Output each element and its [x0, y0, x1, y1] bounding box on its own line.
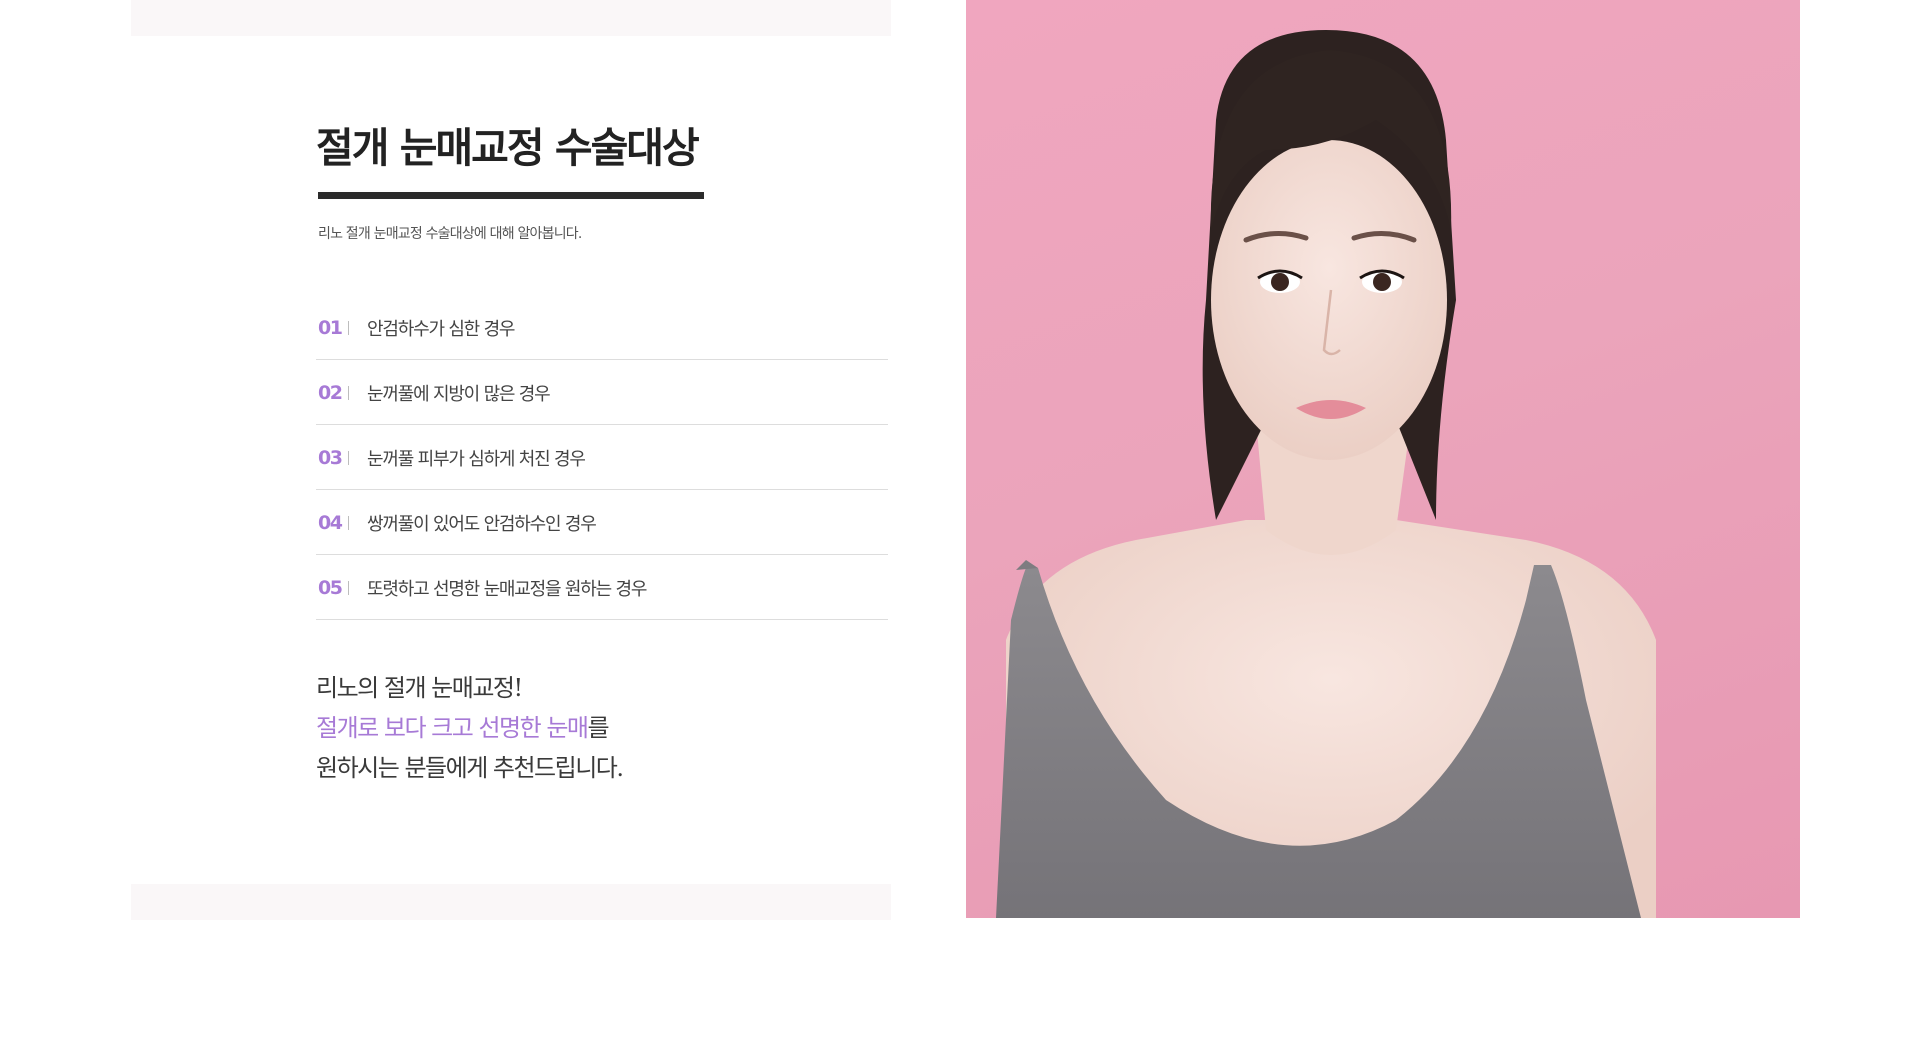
item-divider — [348, 450, 349, 465]
item-divider — [348, 320, 349, 335]
item-divider — [348, 385, 349, 400]
item-text: 안검하수가 심한 경우 — [367, 318, 515, 340]
item-divider — [348, 515, 349, 530]
section-subtitle: 리노 절개 눈매교정 수술대상에 대해 알아봅니다. — [318, 226, 582, 242]
closing-accent-text: 절개로 보다 크고 선명한 눈매 — [316, 714, 589, 742]
closing-line-2-rest: 를 — [587, 714, 609, 742]
item-divider — [348, 580, 349, 595]
closing-line-3: 원하시는 분들에게 추천드립니다. — [316, 754, 624, 782]
title-underline — [318, 192, 704, 199]
item-number: 05 — [318, 576, 343, 599]
item-text: 또렷하고 선명한 눈매교정을 원하는 경우 — [367, 578, 647, 600]
surgery-target-section: 절개 눈매교정 수술대상 리노 절개 눈매교정 수술대상에 대해 알아봅니다. … — [316, 118, 888, 788]
bottom-decor-strip — [131, 884, 891, 920]
list-item: 05 또렷하고 선명한 눈매교정을 원하는 경우 — [316, 555, 888, 620]
item-text: 쌍꺼풀이 있어도 안검하수인 경우 — [367, 513, 597, 535]
list-item: 04 쌍꺼풀이 있어도 안검하수인 경우 — [316, 490, 888, 555]
closing-message: 리노의 절개 눈매교정! 절개로 보다 크고 선명한 눈매를 원하시는 분들에게… — [316, 668, 888, 788]
list-item: 01 안검하수가 심한 경우 — [316, 295, 888, 360]
item-number: 02 — [318, 381, 343, 404]
model-portrait-illustration — [996, 30, 1656, 918]
list-item: 02 눈꺼풀에 지방이 많은 경우 — [316, 360, 888, 425]
item-number: 04 — [318, 511, 343, 534]
closing-line-1: 리노의 절개 눈매교정! — [316, 674, 523, 702]
item-number: 03 — [318, 446, 343, 469]
model-photo — [966, 0, 1800, 918]
item-text: 눈꺼풀 피부가 심하게 처진 경우 — [367, 448, 586, 470]
target-list: 01 안검하수가 심한 경우 02 눈꺼풀에 지방이 많은 경우 03 눈꺼풀 … — [316, 295, 888, 620]
closing-line-2: 절개로 보다 크고 선명한 눈매를 — [316, 708, 888, 748]
list-item: 03 눈꺼풀 피부가 심하게 처진 경우 — [316, 425, 888, 490]
top-decor-strip — [131, 0, 891, 36]
section-title: 절개 눈매교정 수술대상 — [316, 124, 700, 172]
item-text: 눈꺼풀에 지방이 많은 경우 — [367, 383, 551, 405]
item-number: 01 — [318, 316, 343, 339]
